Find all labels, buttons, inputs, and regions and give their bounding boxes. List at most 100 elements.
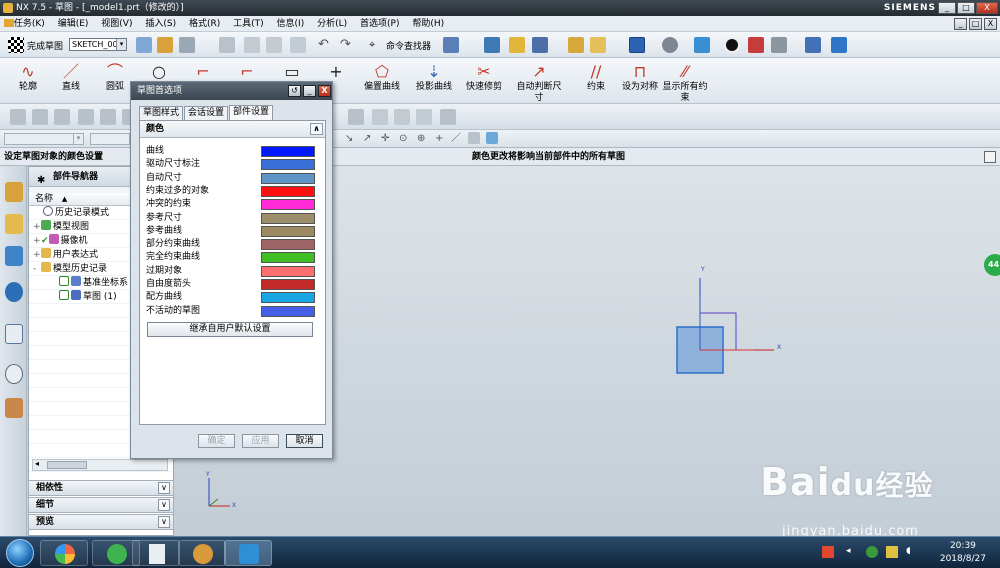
menu-task[interactable]: 任务(K) [9,16,50,32]
move-icon[interactable] [831,37,847,53]
mirror-icon[interactable] [348,109,364,125]
navigator-hscrollbar[interactable]: ◂ [32,459,168,471]
pin-icon[interactable]: ✱ [37,171,45,191]
rectangle-tool[interactable]: ▭ [270,62,314,82]
inherit-defaults-button[interactable]: 继承自用户默认设置 [147,321,313,337]
doc-close-button[interactable]: X [984,18,997,30]
menu-tools[interactable]: 工具(T) [228,16,269,32]
color-swatch-button[interactable] [261,185,315,197]
menu-help[interactable]: 帮助(H) [407,16,449,32]
menu-edit[interactable]: 编辑(E) [53,16,94,32]
tray-network-icon[interactable] [886,546,898,558]
snap-point-icon[interactable]: + [435,131,451,147]
collapse-dialog-button[interactable]: _ [303,85,316,97]
minimize-button[interactable]: _ [938,2,956,14]
circle-tool[interactable]: ○ [137,62,181,82]
measure-icon[interactable] [590,37,606,53]
orient-view-icon[interactable] [694,37,710,53]
type-filter-select[interactable]: ▾ [4,133,84,145]
color-swatch-button[interactable] [261,225,315,237]
save-icon[interactable] [219,37,235,53]
ok-button[interactable]: 确定 [198,434,235,448]
pocket-icon[interactable] [100,109,116,125]
tray-arrow-icon[interactable]: ◂ [846,546,858,558]
menu-preferences[interactable]: 首选项(P) [355,16,404,32]
hole-icon[interactable] [54,109,70,125]
color-swatch-button[interactable] [261,305,315,317]
expand-icon[interactable]: + [33,234,41,248]
selection-icon[interactable] [443,37,459,53]
snap-control-icon[interactable]: ✛ [381,131,397,147]
doc-minimize-button[interactable]: _ [954,18,967,30]
taskbar-app-4[interactable] [178,540,226,566]
ruler-icon[interactable] [568,37,584,53]
color-swatch-button[interactable] [261,212,315,224]
history-palette-icon[interactable] [5,324,23,344]
auto-dimension-tool[interactable]: ↗ 自动判断尺寸 [516,62,562,104]
wcs-icon[interactable] [805,37,821,53]
color-swatch-button[interactable] [261,279,315,290]
snap-quadrant-icon[interactable]: ⊕ [417,131,433,147]
paste-icon[interactable] [290,37,306,53]
project-curve-tool[interactable]: ⇣ 投影曲线 [410,62,458,93]
quick-trim-tool[interactable]: ✂ 快速修剪 [460,62,508,93]
roles-icon[interactable] [5,398,23,418]
checkbox-checked-icon[interactable] [59,276,69,286]
color-swatch-button[interactable] [261,252,315,264]
snap-face-icon[interactable] [468,132,480,144]
boss-icon[interactable] [78,109,94,125]
sketch-view-icon[interactable] [179,37,195,53]
show-all-constraints-tool[interactable]: ⁄⁄ 显示所有约束 [662,62,708,104]
color-swatch-button[interactable] [261,172,315,184]
taskbar-app-1[interactable] [40,540,88,566]
side-badge[interactable]: 44 [984,254,1000,276]
color-swatch-button[interactable] [261,146,315,157]
undo-icon[interactable]: ↶ [318,37,334,53]
snap-center-icon[interactable]: ⊙ [399,131,415,147]
constraint-tool[interactable]: ∕∕ 约束 [574,62,618,93]
checkbox-checked-icon[interactable] [59,290,69,300]
tray-shield-icon[interactable] [866,546,878,558]
section-icon[interactable] [748,37,764,53]
copy-icon[interactable] [266,37,282,53]
apply-button[interactable]: 应用 [242,434,279,448]
blend-icon[interactable] [440,109,456,125]
sketch-name-select[interactable]: SKETCH_000 ▾ [69,38,127,51]
filter-icon[interactable] [532,37,548,53]
internet-explorer-icon[interactable] [5,282,23,302]
fillet-tool[interactable]: ⌐ [181,62,225,82]
maximize-graphics-icon[interactable] [984,151,996,163]
preview-panel[interactable]: 预览 ∨ [28,514,174,530]
reset-icon[interactable]: ↺ [288,85,301,97]
rotate-icon[interactable] [662,37,678,53]
expand-icon[interactable]: + [33,220,41,234]
color-swatch-button[interactable] [261,265,315,277]
shaded-icon[interactable] [771,37,787,53]
chevron-down-icon[interactable]: ∨ [158,482,170,494]
taskbar-clock[interactable]: 20:39 2018/8/27 [940,540,986,566]
revolve-icon[interactable] [32,109,48,125]
color-swatch-button[interactable] [261,159,315,171]
triangle-icon[interactable] [372,109,388,125]
scroll-left-icon[interactable]: ◂ [35,459,39,468]
start-button[interactable] [6,539,34,567]
menu-view[interactable]: 视图(V) [96,16,137,32]
line-tool[interactable]: ／直线 [49,62,93,93]
chevron-down-icon[interactable]: ∨ [158,499,170,511]
close-dialog-button[interactable]: X [318,85,331,97]
render-style-icon[interactable] [724,37,740,53]
point-tool[interactable]: + [314,62,358,82]
expand-icon[interactable]: + [33,248,41,262]
tray-s-icon[interactable] [822,546,834,558]
command-finder-button[interactable]: 命令查找器 [386,39,431,52]
part-navigator-icon[interactable] [5,246,23,266]
layer-icon[interactable] [484,37,500,53]
offset-curve-tool[interactable]: ⬠ 偏置曲线 [358,62,406,93]
finish-sketch-label[interactable]: 完成草图 [27,39,63,52]
tab-session-settings[interactable]: 会话设置 [184,106,229,120]
constraint-navigator-icon[interactable] [5,214,23,234]
tray-volume-icon[interactable]: ◖ [906,546,918,558]
snap-body-icon[interactable] [486,132,498,144]
chevron-down-icon[interactable]: ∨ [158,516,170,528]
tab-sketch-style[interactable]: 草图样式 [139,106,184,120]
